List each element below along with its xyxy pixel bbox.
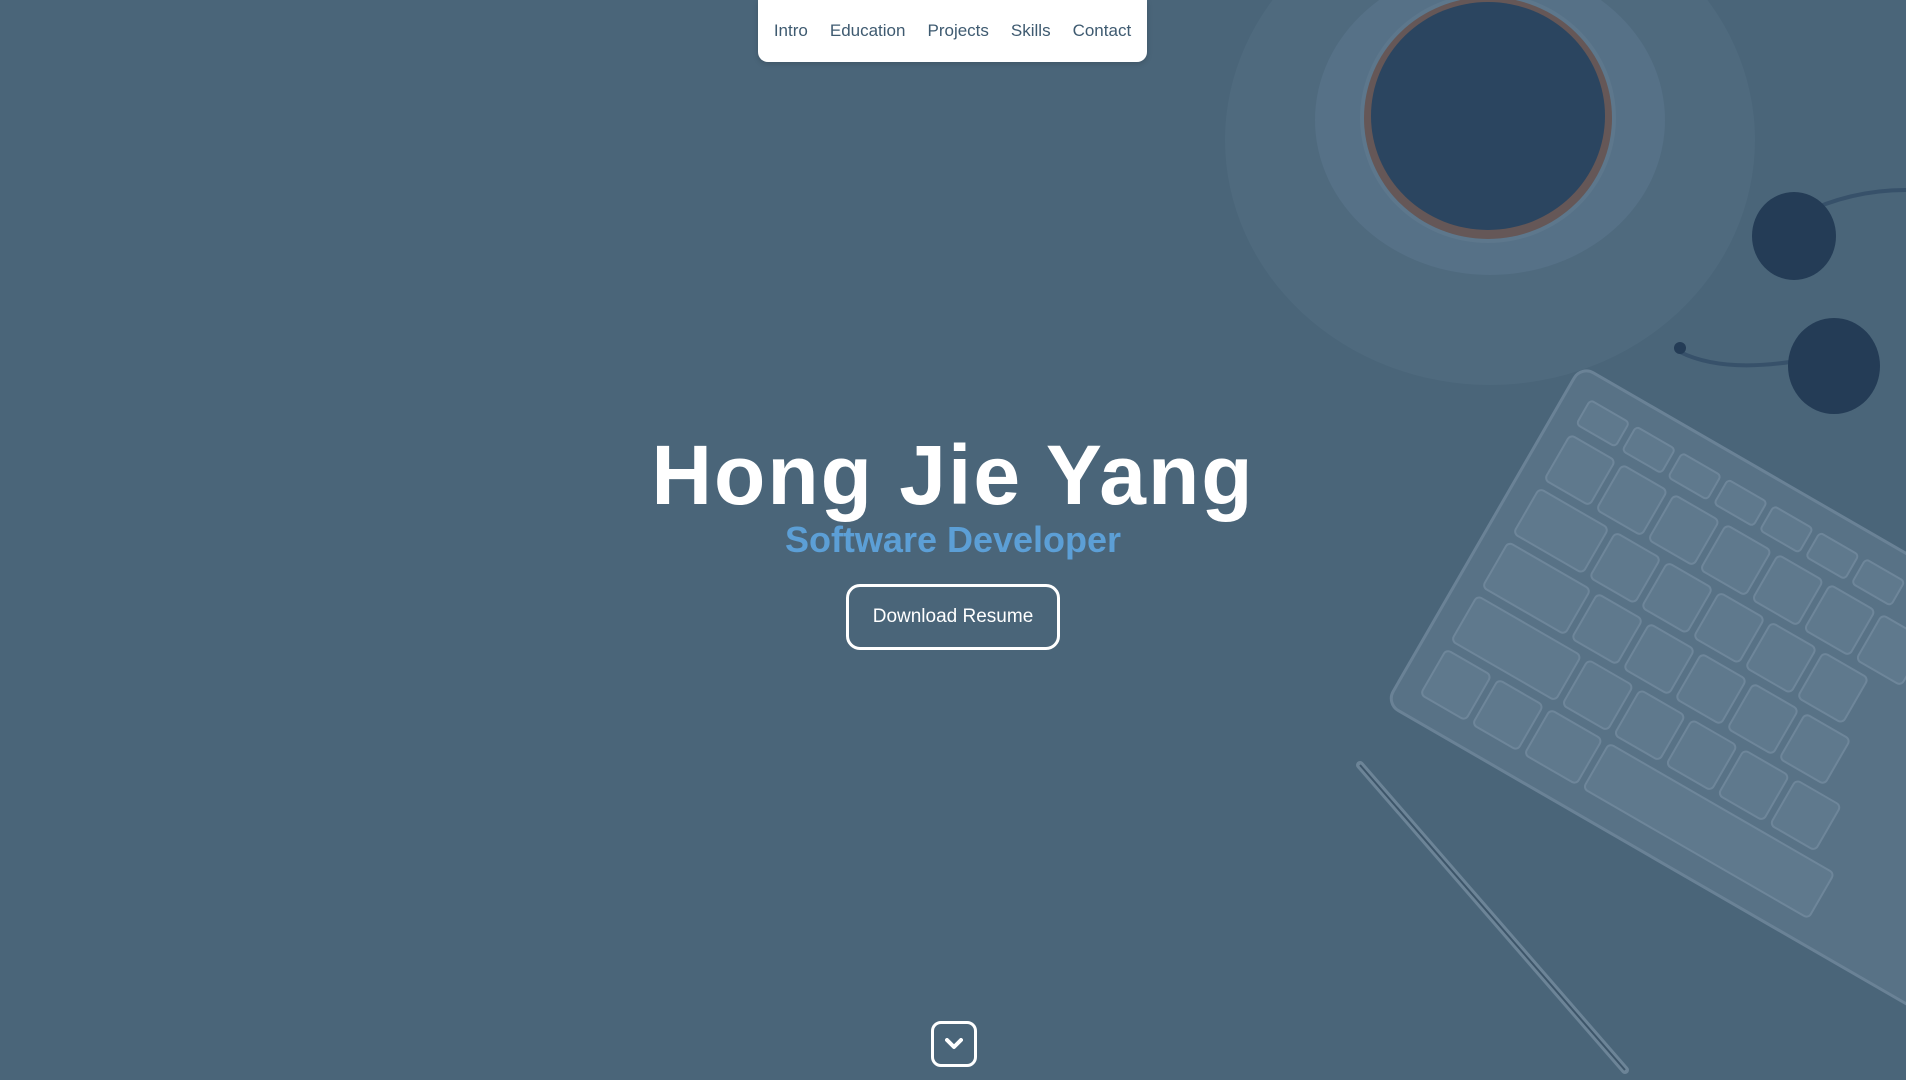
download-resume-button[interactable]: Download Resume [846, 584, 1060, 650]
hero-content: Hong Jie Yang Software Developer Downloa… [0, 430, 1906, 650]
nav-item-intro[interactable]: Intro [763, 0, 819, 62]
nav-item-education[interactable]: Education [819, 0, 917, 62]
nav-item-contact[interactable]: Contact [1062, 0, 1143, 62]
hero-section: Intro Education Projects Skills Contact … [0, 0, 1906, 1080]
scroll-down-button[interactable] [931, 1021, 977, 1067]
hero-role: Software Developer [784, 519, 1122, 560]
chevron-down-icon [945, 1038, 963, 1049]
nav-item-skills[interactable]: Skills [1000, 0, 1062, 62]
hero-name: Hong Jie Yang [651, 428, 1255, 522]
top-navigation: Intro Education Projects Skills Contact [758, 0, 1147, 62]
nav-item-projects[interactable]: Projects [916, 0, 999, 62]
